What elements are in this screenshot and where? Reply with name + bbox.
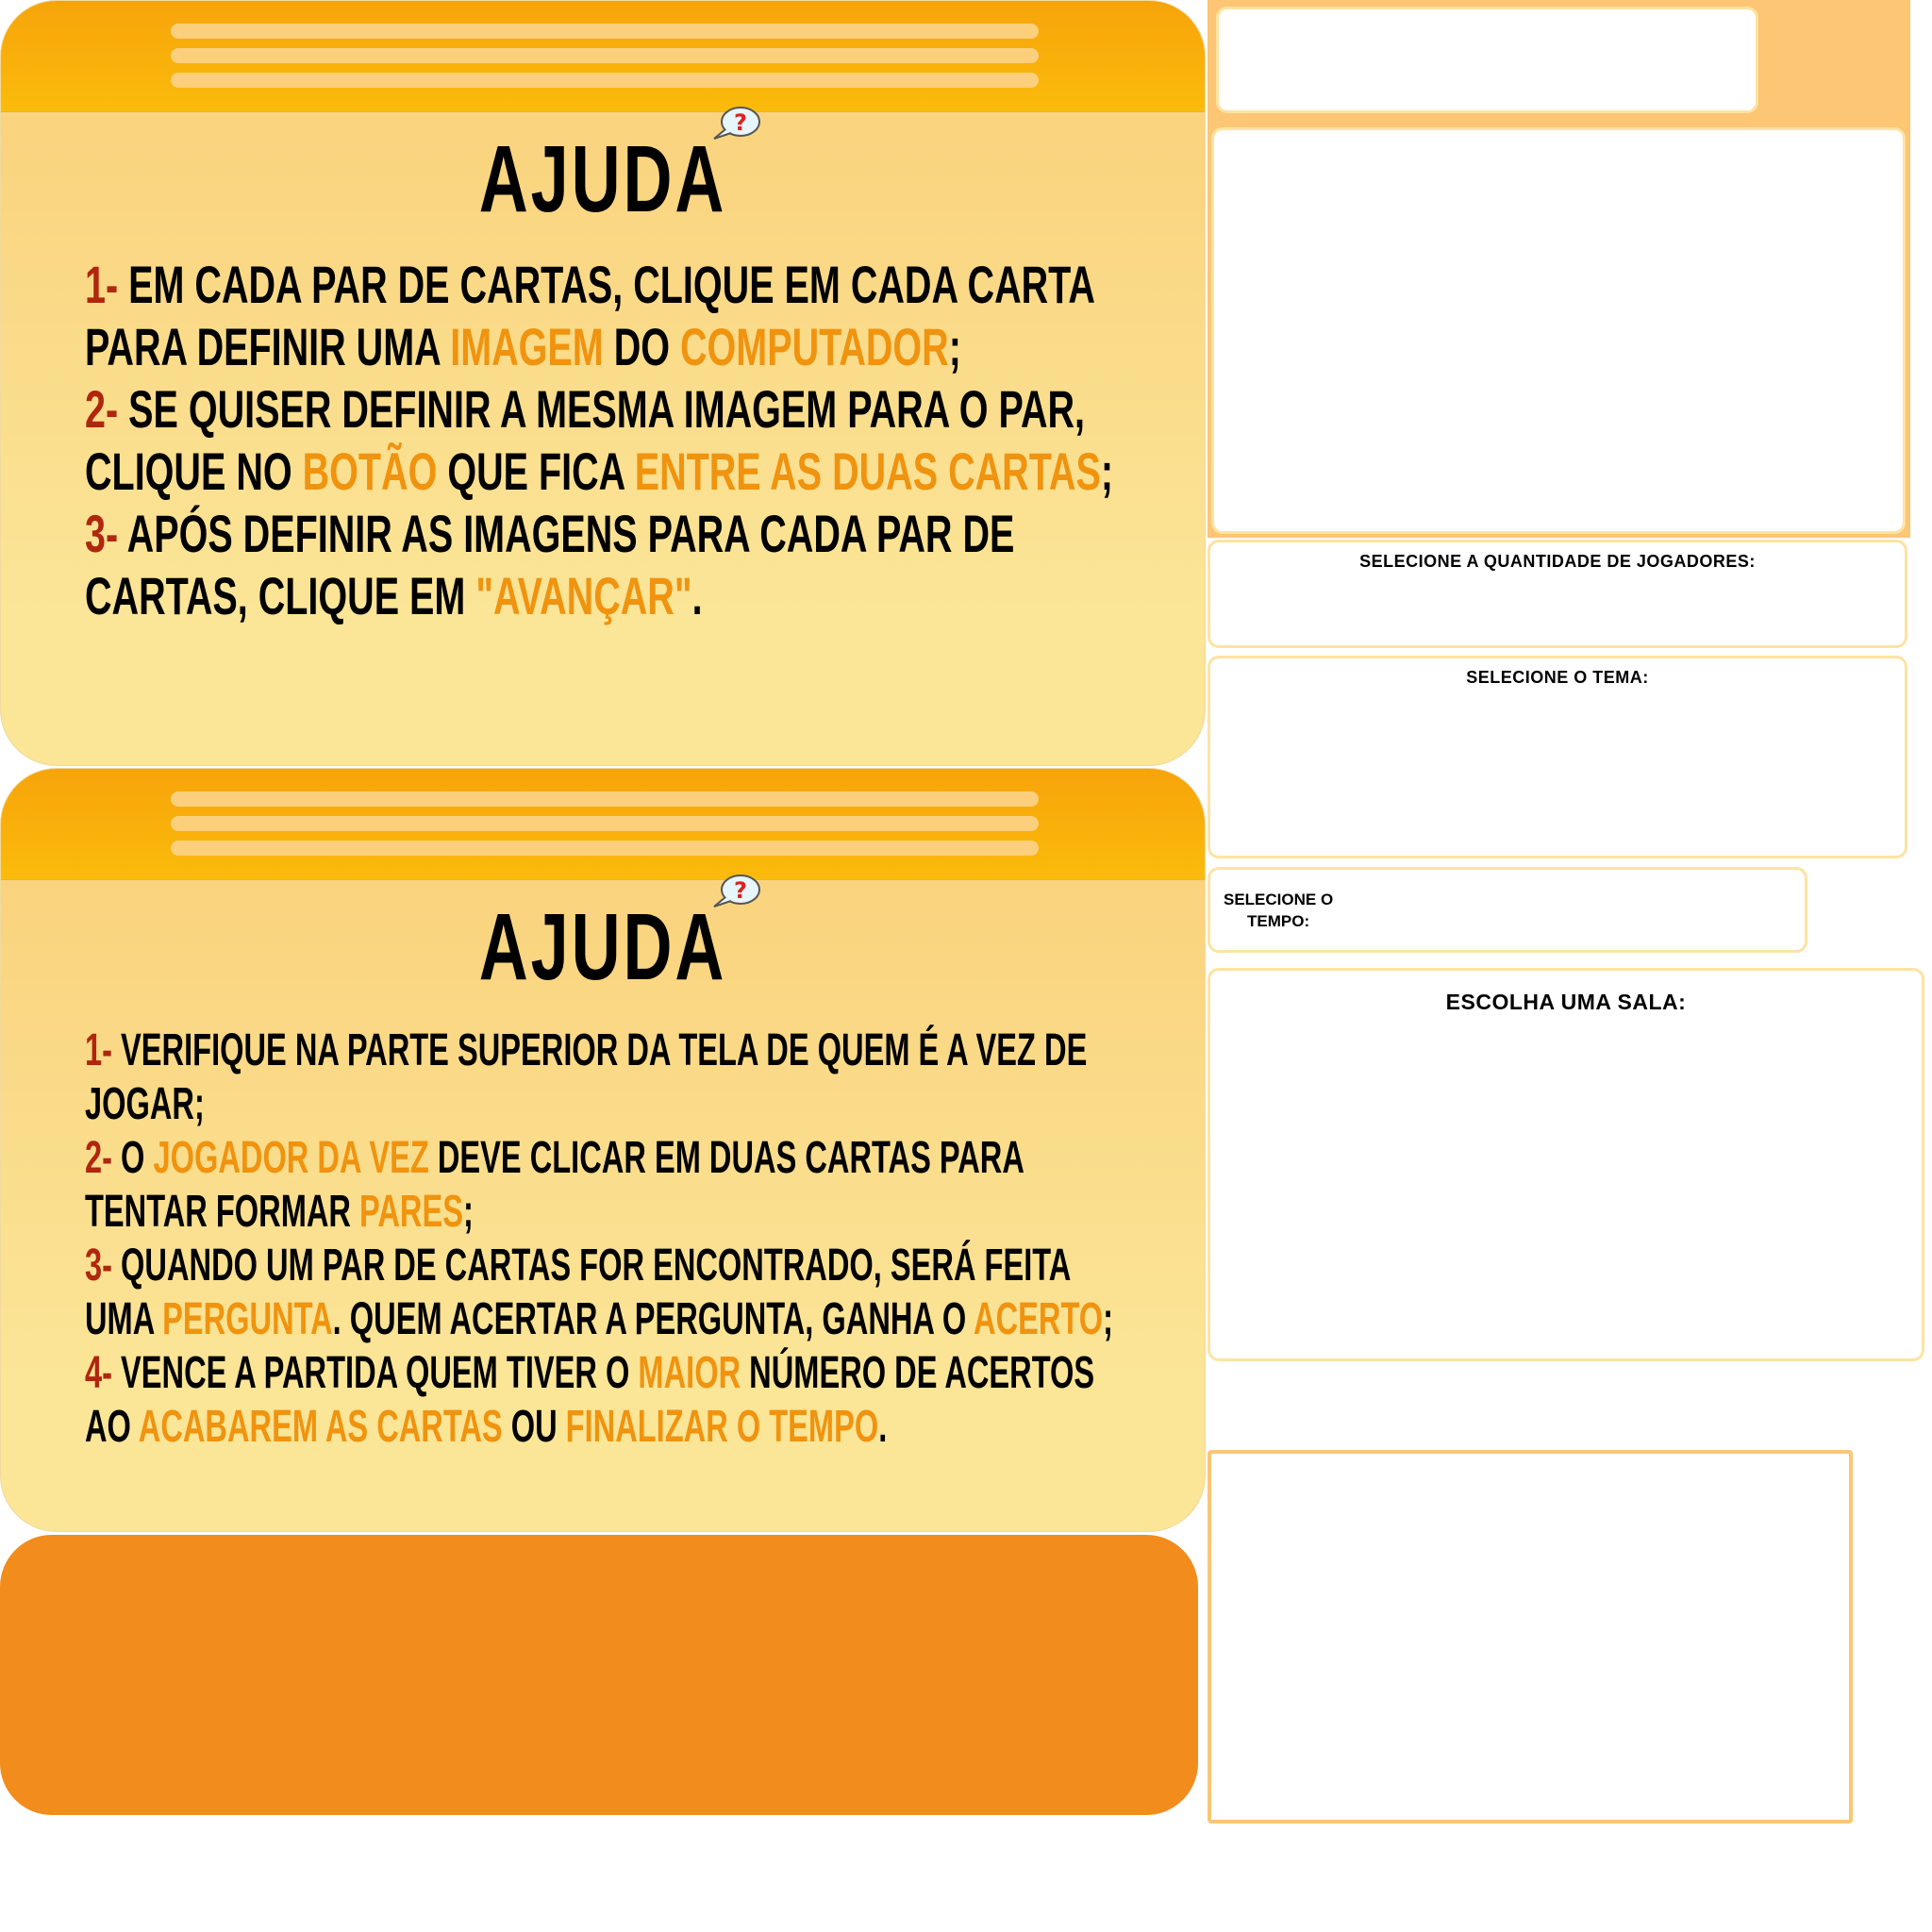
instruction-text: CARTAS, CLIQUE EM bbox=[85, 566, 476, 625]
header-stripe bbox=[171, 791, 1039, 807]
svg-text:?: ? bbox=[734, 109, 747, 136]
instruction-line: 3- QUANDO UM PAR DE CARTAS FOR ENCONTRAD… bbox=[85, 1239, 1113, 1292]
header-stripe bbox=[171, 48, 1039, 63]
instruction-text: APÓS DEFINIR AS IMAGENS PARA CADA PAR DE bbox=[126, 504, 1015, 563]
players-selector[interactable]: SELECIONE A QUANTIDADE DE JOGADORES: bbox=[1208, 540, 1907, 648]
time-label: SELECIONE O TEMPO: bbox=[1224, 889, 1333, 932]
instruction-line: 1- EM CADA PAR DE CARTAS, CLIQUE EM CADA… bbox=[85, 254, 1113, 316]
highlight-text: ACABAREM AS CARTAS bbox=[138, 1402, 503, 1452]
instruction-text: OU bbox=[502, 1402, 566, 1452]
header-stripe bbox=[171, 841, 1039, 856]
players-label: SELECIONE A QUANTIDADE DE JOGADORES: bbox=[1359, 552, 1756, 571]
instruction-line: CARTAS, CLIQUE EM "AVANÇAR". bbox=[85, 565, 1113, 627]
help-instructions: 1- EM CADA PAR DE CARTAS, CLIQUE EM CADA… bbox=[85, 254, 1113, 627]
instruction-text: CLIQUE NO bbox=[85, 441, 303, 501]
instruction-text: EM CADA PAR DE CARTAS, CLIQUE EM CADA CA… bbox=[128, 255, 1095, 314]
instruction-text: . QUEM ACERTAR A PERGUNTA, GANHA O bbox=[332, 1294, 974, 1344]
instruction-text: JOGAR; bbox=[85, 1079, 205, 1129]
room-selector[interactable]: ESCOLHA UMA SALA: bbox=[1208, 968, 1924, 1361]
instruction-text: SE QUISER DEFINIR A MESMA IMAGEM PARA O … bbox=[128, 379, 1086, 439]
highlight-text: JOGADOR DA VEZ bbox=[153, 1133, 429, 1183]
instruction-text: ; bbox=[948, 317, 961, 376]
preview-box bbox=[1211, 127, 1906, 534]
theme-selector[interactable]: SELECIONE O TEMA: bbox=[1208, 656, 1907, 858]
instruction-text: UMA bbox=[85, 1294, 163, 1344]
instruction-text: NÚMERO DE ACERTOS bbox=[741, 1348, 1095, 1398]
room-label: ESCOLHA UMA SALA: bbox=[1445, 990, 1687, 1014]
instruction-text: AO bbox=[85, 1402, 139, 1452]
step-number: 1- bbox=[85, 255, 129, 314]
highlight-text: PARES bbox=[359, 1187, 463, 1237]
instruction-line: 2- SE QUISER DEFINIR A MESMA IMAGEM PARA… bbox=[85, 378, 1113, 441]
time-label-line-1: SELECIONE O bbox=[1224, 891, 1334, 908]
instruction-text: PARA DEFINIR UMA bbox=[85, 317, 451, 376]
step-number: 2- bbox=[85, 379, 129, 439]
help-question-bubble-icon[interactable]: ? bbox=[710, 873, 761, 910]
instruction-text: ; bbox=[462, 1187, 474, 1237]
instruction-line: 2- O JOGADOR DA VEZ DEVE CLICAR EM DUAS … bbox=[85, 1131, 1113, 1185]
card-header bbox=[1, 1, 1205, 112]
instruction-text: TENTAR FORMAR bbox=[85, 1187, 360, 1237]
instruction-text: O bbox=[121, 1133, 154, 1183]
help-title: AJUDA bbox=[478, 894, 727, 1000]
instruction-text: VERIFIQUE NA PARTE SUPERIOR DA TELA DE Q… bbox=[121, 1025, 1088, 1075]
instruction-line: 4- VENCE A PARTIDA QUEM TIVER O MAIOR NÚ… bbox=[85, 1346, 1113, 1400]
instruction-text: DEVE CLICAR EM DUAS CARTAS PARA bbox=[428, 1133, 1024, 1183]
room-list-box bbox=[1208, 1450, 1853, 1824]
highlight-text: PERGUNTA bbox=[162, 1294, 333, 1344]
step-number: 4- bbox=[85, 1348, 122, 1398]
header-box bbox=[1216, 7, 1758, 113]
help-title: AJUDA bbox=[478, 126, 727, 232]
instruction-line: UMA PERGUNTA. QUEM ACERTAR A PERGUNTA, G… bbox=[85, 1292, 1113, 1346]
time-label-line-2: TEMPO: bbox=[1247, 912, 1310, 930]
step-number: 1- bbox=[85, 1025, 122, 1075]
header-stripe bbox=[171, 816, 1039, 831]
header-stripe bbox=[171, 24, 1039, 39]
instruction-line: 1- VERIFIQUE NA PARTE SUPERIOR DA TELA D… bbox=[85, 1024, 1113, 1077]
instruction-text: QUE FICA bbox=[437, 441, 635, 501]
header-stripe bbox=[171, 73, 1039, 88]
instruction-text: ; bbox=[1100, 441, 1113, 501]
highlight-text: IMAGEM bbox=[450, 317, 604, 376]
instruction-text: DO bbox=[603, 317, 680, 376]
instruction-line: JOGAR; bbox=[85, 1077, 1113, 1131]
highlight-text: COMPUTADOR bbox=[679, 317, 949, 376]
highlight-text: FINALIZAR O TEMPO bbox=[565, 1402, 879, 1452]
instruction-line: 3- APÓS DEFINIR AS IMAGENS PARA CADA PAR… bbox=[85, 503, 1113, 565]
step-number: 2- bbox=[85, 1133, 122, 1183]
instruction-line: CLIQUE NO BOTÃO QUE FICA ENTRE AS DUAS C… bbox=[85, 441, 1113, 503]
instruction-line: PARA DEFINIR UMA IMAGEM DO COMPUTADOR; bbox=[85, 316, 1113, 378]
instruction-text: VENCE A PARTIDA QUEM TIVER O bbox=[121, 1348, 639, 1398]
help-card-2: AJUDA ? 1- VERIFIQUE NA PARTE SUPERIOR D… bbox=[0, 768, 1206, 1532]
instruction-text: QUANDO UM PAR DE CARTAS FOR ENCONTRADO, … bbox=[121, 1241, 1072, 1291]
highlight-text: BOTÃO bbox=[302, 441, 438, 501]
highlight-text: ACERTO bbox=[974, 1294, 1104, 1344]
card-header bbox=[1, 769, 1205, 880]
highlight-text: "AVANÇAR" bbox=[475, 566, 692, 625]
instruction-text: . bbox=[691, 566, 703, 625]
highlight-text: MAIOR bbox=[638, 1348, 741, 1398]
help-card-1: AJUDA ? 1- EM CADA PAR DE CARTAS, CLIQUE… bbox=[0, 0, 1206, 766]
help-question-bubble-icon[interactable]: ? bbox=[710, 105, 761, 142]
instruction-text: . bbox=[878, 1402, 888, 1452]
instruction-text: ; bbox=[1103, 1294, 1113, 1344]
time-selector[interactable]: SELECIONE O TEMPO: bbox=[1208, 867, 1807, 953]
orange-panel bbox=[0, 1535, 1198, 1815]
svg-text:?: ? bbox=[734, 877, 747, 904]
step-number: 3- bbox=[85, 1241, 122, 1291]
highlight-text: ENTRE AS DUAS CARTAS bbox=[634, 441, 1101, 501]
step-number: 3- bbox=[85, 504, 127, 563]
instruction-line: TENTAR FORMAR PARES; bbox=[85, 1185, 1113, 1239]
instruction-line: AO ACABAREM AS CARTAS OU FINALIZAR O TEM… bbox=[85, 1400, 1113, 1454]
help-instructions: 1- VERIFIQUE NA PARTE SUPERIOR DA TELA D… bbox=[85, 1024, 1113, 1454]
theme-label: SELECIONE O TEMA: bbox=[1466, 668, 1649, 687]
